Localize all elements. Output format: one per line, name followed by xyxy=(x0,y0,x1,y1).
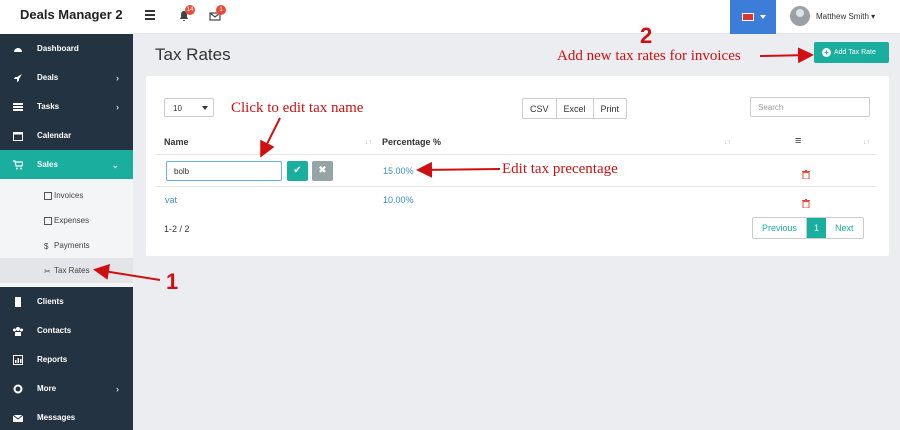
subitem-label: Invoices xyxy=(54,191,84,200)
list-icon xyxy=(12,102,24,112)
sidebar-item-label: Messages xyxy=(37,413,76,422)
envelope-icon xyxy=(12,413,24,423)
bell-icon[interactable]: 14 xyxy=(178,5,195,23)
sort-icon[interactable]: ↓↑ xyxy=(365,139,372,146)
annotation-marker-2: 2 xyxy=(640,23,653,48)
language-button[interactable] xyxy=(730,0,776,34)
chevron-down-icon: ⌄ xyxy=(111,160,119,170)
user-name: Matthew Smith ▾ xyxy=(816,12,876,21)
results-count: 1-2 / 2 xyxy=(164,224,190,234)
sidebar-item-clients[interactable]: Clients xyxy=(0,287,133,316)
chevron-right-icon: › xyxy=(116,102,119,112)
chart-icon xyxy=(12,354,24,365)
sidebar-item-label: Sales xyxy=(37,160,58,169)
next-button[interactable]: Next xyxy=(826,218,863,238)
tax-name-edit-input[interactable]: bolb xyxy=(166,161,282,181)
sidebar-item-label: Tasks xyxy=(37,102,60,111)
sidebar-subitem-payments[interactable]: $ Payments xyxy=(0,233,133,258)
sort-icon[interactable]: ↓↑ xyxy=(863,139,870,146)
add-button-label: Add Tax Rate xyxy=(834,49,876,56)
sidebar-item-deals[interactable]: Deals › xyxy=(0,63,133,92)
page-size-select[interactable]: 10 xyxy=(164,98,214,117)
export-buttons: CSV Excel Print xyxy=(522,98,628,119)
gear-icon xyxy=(12,384,24,394)
tax-percentage-link[interactable]: 15.00% xyxy=(383,166,414,176)
confirm-edit-button[interactable]: ✔ xyxy=(287,161,308,181)
sidebar: Dashboard Deals › Tasks › Calendar Sales… xyxy=(0,34,133,430)
chevron-right-icon: › xyxy=(116,73,119,83)
annotation-add-new: Add new tax rates for invoices xyxy=(557,48,741,64)
sidebar-subitem-expenses[interactable]: Expenses xyxy=(0,208,133,233)
chevron-right-icon: › xyxy=(116,384,119,394)
column-menu-icon[interactable]: ≡ xyxy=(795,135,801,147)
invoice-icon xyxy=(44,191,52,200)
scissors-icon: ✂ xyxy=(44,266,51,276)
sidebar-item-reports[interactable]: Reports xyxy=(0,345,133,374)
arrow-to-add-button xyxy=(759,47,814,64)
row-divider xyxy=(156,186,876,187)
sidebar-item-label: Contacts xyxy=(37,326,72,335)
tax-name-link[interactable]: vat xyxy=(165,195,177,205)
column-header-percentage[interactable]: Percentage % xyxy=(382,137,441,147)
calendar-icon xyxy=(12,131,24,141)
sidebar-item-sales[interactable]: Sales ⌄ xyxy=(0,150,133,179)
page-1-button[interactable]: 1 xyxy=(807,218,827,238)
plus-circle-icon: + xyxy=(822,48,831,57)
dollar-icon: $ xyxy=(44,241,49,251)
menu-toggle-icon[interactable] xyxy=(145,10,155,20)
sidebar-subitem-invoices[interactable]: Invoices xyxy=(0,183,133,208)
sort-icon[interactable]: ↓↑ xyxy=(724,139,731,146)
brand-title[interactable]: Deals Manager 2 xyxy=(0,0,133,34)
previous-button[interactable]: Previous xyxy=(753,218,808,238)
sidebar-item-more[interactable]: More › xyxy=(0,374,133,403)
caret-down-icon xyxy=(202,106,208,110)
sidebar-item-label: Dashboard xyxy=(37,44,79,53)
sales-submenu: Invoices Expenses $ Payments ✂ Tax Rates xyxy=(0,179,133,287)
sidebar-item-calendar[interactable]: Calendar xyxy=(0,121,133,150)
search-input[interactable]: Search xyxy=(750,97,870,117)
top-bar: Deals Manager 2 14 1 Matthew Smith ▾ xyxy=(0,0,900,34)
rocket-icon xyxy=(12,73,24,83)
sidebar-subitem-tax-rates[interactable]: ✂ Tax Rates xyxy=(0,258,133,283)
add-tax-rate-button[interactable]: + Add Tax Rate xyxy=(814,42,889,63)
tax-percentage-link[interactable]: 10.00% xyxy=(383,195,414,205)
dashboard-icon xyxy=(12,44,24,54)
page-title: Tax Rates xyxy=(155,45,231,64)
subitem-label: Expenses xyxy=(54,216,90,225)
sidebar-item-contacts[interactable]: Contacts xyxy=(0,316,133,345)
building-icon xyxy=(12,296,24,307)
cancel-edit-button[interactable]: ✖ xyxy=(312,161,333,181)
messages-badge: 1 xyxy=(216,5,226,15)
caret-down-icon xyxy=(760,15,766,19)
excel-button[interactable]: Excel xyxy=(557,99,594,118)
print-button[interactable]: Print xyxy=(594,99,627,118)
column-header-name[interactable]: Name xyxy=(164,137,189,147)
cart-icon xyxy=(12,159,24,170)
avatar xyxy=(790,6,810,26)
notifications-badge: 14 xyxy=(185,5,195,15)
subitem-label: Tax Rates xyxy=(54,266,90,275)
sidebar-item-label: More xyxy=(37,384,57,393)
sidebar-item-messages[interactable]: Messages xyxy=(0,403,133,430)
annotation-edit-percentage: Edit tax precentage xyxy=(502,161,618,177)
envelope-icon[interactable]: 1 xyxy=(209,5,226,23)
sidebar-item-tasks[interactable]: Tasks › xyxy=(0,92,133,121)
sidebar-item-label: Deals xyxy=(37,73,59,82)
csv-button[interactable]: CSV xyxy=(523,99,557,118)
delete-icon[interactable] xyxy=(802,166,810,180)
sidebar-item-label: Clients xyxy=(37,297,64,306)
pagination: Previous 1 Next xyxy=(752,217,864,239)
users-icon xyxy=(12,326,24,336)
page-size-value: 10 xyxy=(173,104,182,113)
delete-icon[interactable] xyxy=(802,195,810,209)
sidebar-item-label: Calendar xyxy=(37,131,72,140)
uk-flag-icon xyxy=(742,13,754,21)
subitem-label: Payments xyxy=(54,241,90,250)
annotation-marker-1: 1 xyxy=(166,269,179,294)
header-divider xyxy=(156,154,876,155)
sidebar-item-label: Reports xyxy=(37,355,68,364)
money-icon xyxy=(44,216,52,225)
sidebar-item-dashboard[interactable]: Dashboard xyxy=(0,34,133,63)
annotation-click-edit: Click to edit tax name xyxy=(231,100,364,116)
